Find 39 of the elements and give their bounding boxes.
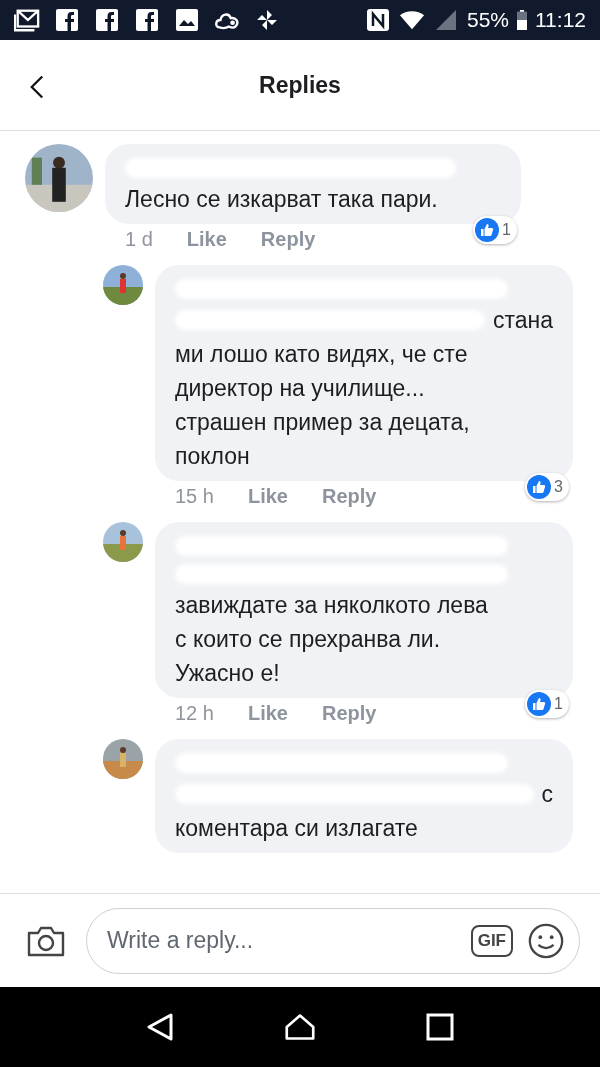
comment-time: 1 d (125, 228, 153, 251)
comment-text: Ужасно е! (175, 659, 281, 688)
reply-link[interactable]: Reply (321, 485, 377, 508)
mail-icon (14, 8, 40, 32)
facebook-icon (54, 8, 80, 32)
facebook-icon (94, 8, 120, 32)
like-link[interactable]: Like (247, 485, 288, 508)
comment-text: стана (492, 306, 553, 335)
nfc-icon (364, 8, 391, 32)
comment-time: 12 h (175, 702, 214, 725)
reaction-badge[interactable]: 1 (525, 690, 569, 718)
reply-link[interactable]: Reply (321, 702, 377, 725)
wifi-icon (398, 8, 425, 32)
comment-text: директор на училище... (175, 374, 426, 403)
comment-text: страшен пример за децата, (175, 408, 471, 437)
battery-icon (517, 9, 527, 31)
comment-text: завиждате за няколкото лева (175, 591, 489, 620)
gif-button[interactable]: GIF (470, 924, 513, 957)
facebook-icon (134, 8, 160, 32)
back-nav-icon[interactable] (145, 1012, 175, 1042)
comment-text: с (541, 780, 553, 809)
recent-apps-icon[interactable] (425, 1012, 455, 1042)
comment-text: ми лошо като видях, че сте (175, 340, 469, 369)
like-link[interactable]: Like (247, 702, 288, 725)
home-icon[interactable] (285, 1012, 315, 1042)
comment-text: с които се прехранва ли. (175, 625, 442, 654)
comment-text: Лесно се изкарват така пари. (125, 185, 439, 214)
image-icon (174, 8, 200, 32)
reaction-badge[interactable]: 1 (473, 216, 517, 244)
comment-text: коментара си излагате (175, 814, 419, 843)
reply-link[interactable]: Reply (260, 228, 316, 251)
comment-text: поклон (175, 442, 251, 471)
smiley-icon[interactable] (527, 921, 565, 960)
reaction-badge[interactable]: 3 (525, 473, 569, 501)
page-title: Replies (259, 71, 341, 99)
comment-time: 15 h (175, 485, 214, 508)
like-link[interactable]: Like (186, 228, 227, 251)
clock-time: 11:12 (535, 8, 586, 32)
battery-percent: 55% (466, 8, 509, 32)
